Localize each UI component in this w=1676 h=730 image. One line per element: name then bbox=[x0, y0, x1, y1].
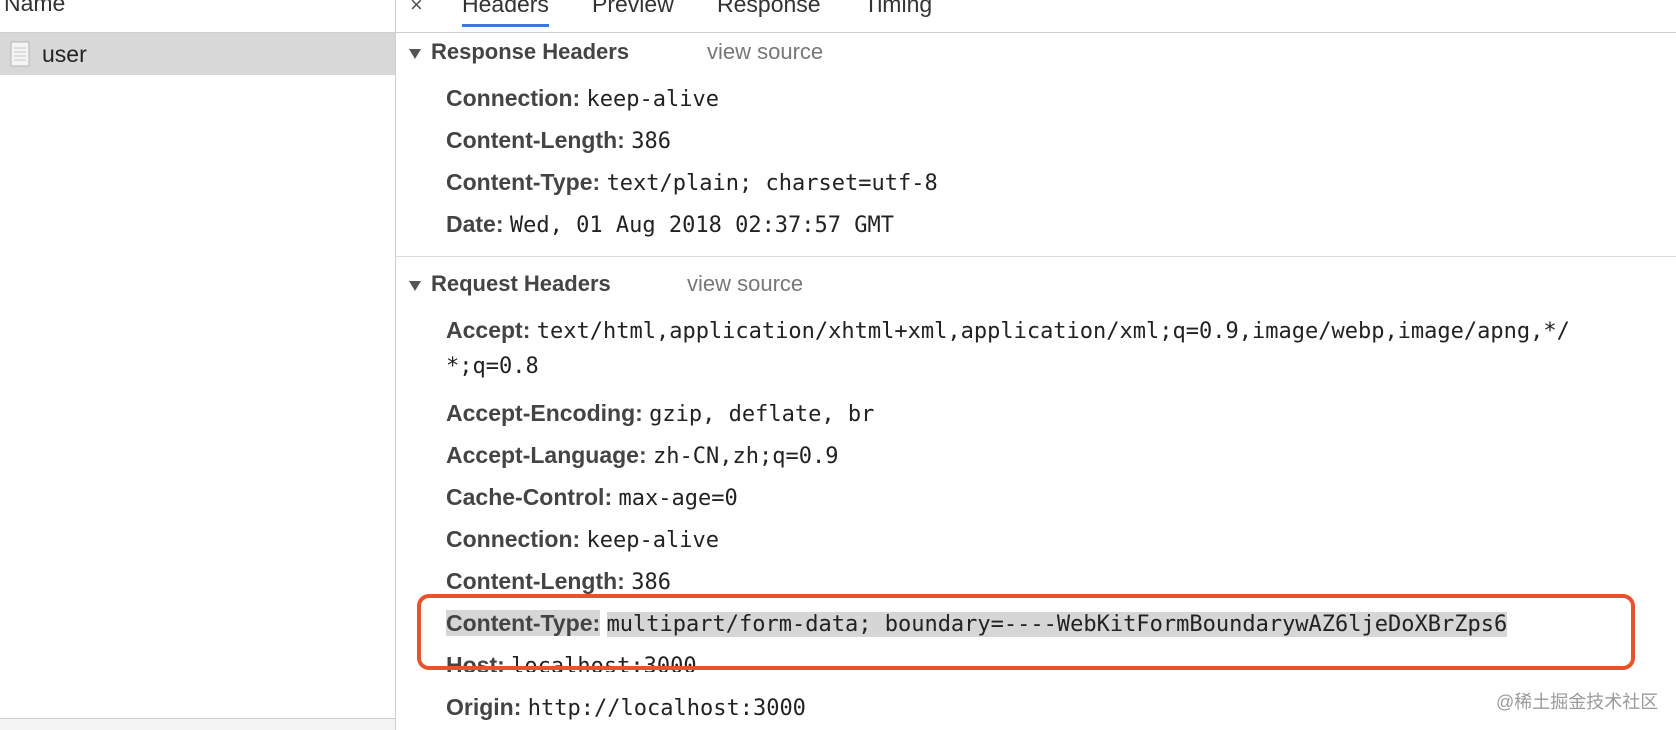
header-value: zh-CN,zh;q=0.9 bbox=[653, 444, 839, 469]
tab-headers[interactable]: Headers bbox=[462, 0, 549, 27]
request-view-source-link[interactable]: view source bbox=[687, 271, 803, 297]
header-key: Content-Length: bbox=[446, 127, 625, 153]
response-header-row: Content-Length: 386 bbox=[446, 127, 671, 154]
request-header-row: Accept-Encoding: gzip, deflate, br bbox=[446, 400, 874, 427]
collapse-triangle-icon[interactable] bbox=[409, 281, 421, 291]
header-value: text/html,application/xhtml+xml,applicat… bbox=[536, 319, 1570, 344]
response-header-row: Date: Wed, 01 Aug 2018 02:37:57 GMT bbox=[446, 211, 894, 238]
header-value: text/plain; charset=utf-8 bbox=[606, 171, 938, 196]
highlight-callout-box bbox=[417, 594, 1635, 670]
section-divider bbox=[396, 256, 1676, 257]
request-headers-title: Request Headers bbox=[431, 271, 611, 296]
request-row-user[interactable]: user bbox=[0, 33, 395, 75]
header-key: Connection: bbox=[446, 526, 581, 552]
status-bar bbox=[0, 719, 395, 730]
header-value: max-age=0 bbox=[618, 486, 738, 511]
header-value: 386 bbox=[631, 570, 671, 595]
name-column-header[interactable]: Name bbox=[0, 0, 395, 33]
header-value-continuation: *;q=0.8 bbox=[446, 354, 539, 379]
name-column-label: Name bbox=[4, 0, 66, 16]
header-key: Date: bbox=[446, 211, 504, 237]
document-icon bbox=[10, 41, 30, 67]
header-key: Content-Length: bbox=[446, 568, 625, 594]
header-key: Origin: bbox=[446, 694, 522, 720]
devtools-network-panel: Name user × Headers Preview Response Tim… bbox=[0, 0, 1676, 730]
header-value: http://localhost:3000 bbox=[527, 696, 806, 721]
header-value: keep-alive bbox=[586, 87, 719, 112]
request-header-row: Accept-Language: zh-CN,zh;q=0.9 bbox=[446, 442, 838, 469]
header-value: 386 bbox=[631, 129, 671, 154]
tab-timing[interactable]: Timing bbox=[864, 0, 932, 18]
tab-response[interactable]: Response bbox=[717, 0, 821, 18]
header-key: Accept-Encoding: bbox=[446, 400, 643, 426]
response-headers-title: Response Headers bbox=[431, 39, 630, 64]
request-header-row-accept: Accept: text/html,application/xhtml+xml,… bbox=[446, 317, 1570, 379]
request-header-row: Connection: keep-alive bbox=[446, 526, 719, 553]
request-name-label: user bbox=[42, 41, 87, 67]
header-value: Wed, 01 Aug 2018 02:37:57 GMT bbox=[509, 213, 895, 238]
request-header-row: Cache-Control: max-age=0 bbox=[446, 484, 738, 511]
request-header-row: Content-Length: 386 bbox=[446, 568, 671, 595]
header-key: Accept: bbox=[446, 317, 531, 343]
response-view-source-link[interactable]: view source bbox=[707, 39, 823, 65]
response-header-row: Connection: keep-alive bbox=[446, 85, 719, 112]
response-header-row: Content-Type: text/plain; charset=utf-8 bbox=[446, 169, 938, 196]
request-header-row: Origin: http://localhost:3000 bbox=[446, 694, 806, 721]
header-key: Accept-Language: bbox=[446, 442, 647, 468]
detail-tab-bar: × Headers Preview Response Timing bbox=[396, 0, 1676, 33]
request-list-panel: Name user bbox=[0, 0, 396, 730]
header-key: Content-Type: bbox=[446, 169, 601, 195]
header-value: keep-alive bbox=[586, 528, 719, 553]
header-value: gzip, deflate, br bbox=[649, 402, 875, 427]
watermark: @稀土掘金技术社区 bbox=[1496, 692, 1659, 712]
collapse-triangle-icon[interactable] bbox=[409, 49, 421, 59]
close-icon[interactable]: × bbox=[410, 0, 423, 18]
tab-preview[interactable]: Preview bbox=[592, 0, 674, 18]
header-key: Cache-Control: bbox=[446, 484, 613, 510]
header-key: Connection: bbox=[446, 85, 581, 111]
